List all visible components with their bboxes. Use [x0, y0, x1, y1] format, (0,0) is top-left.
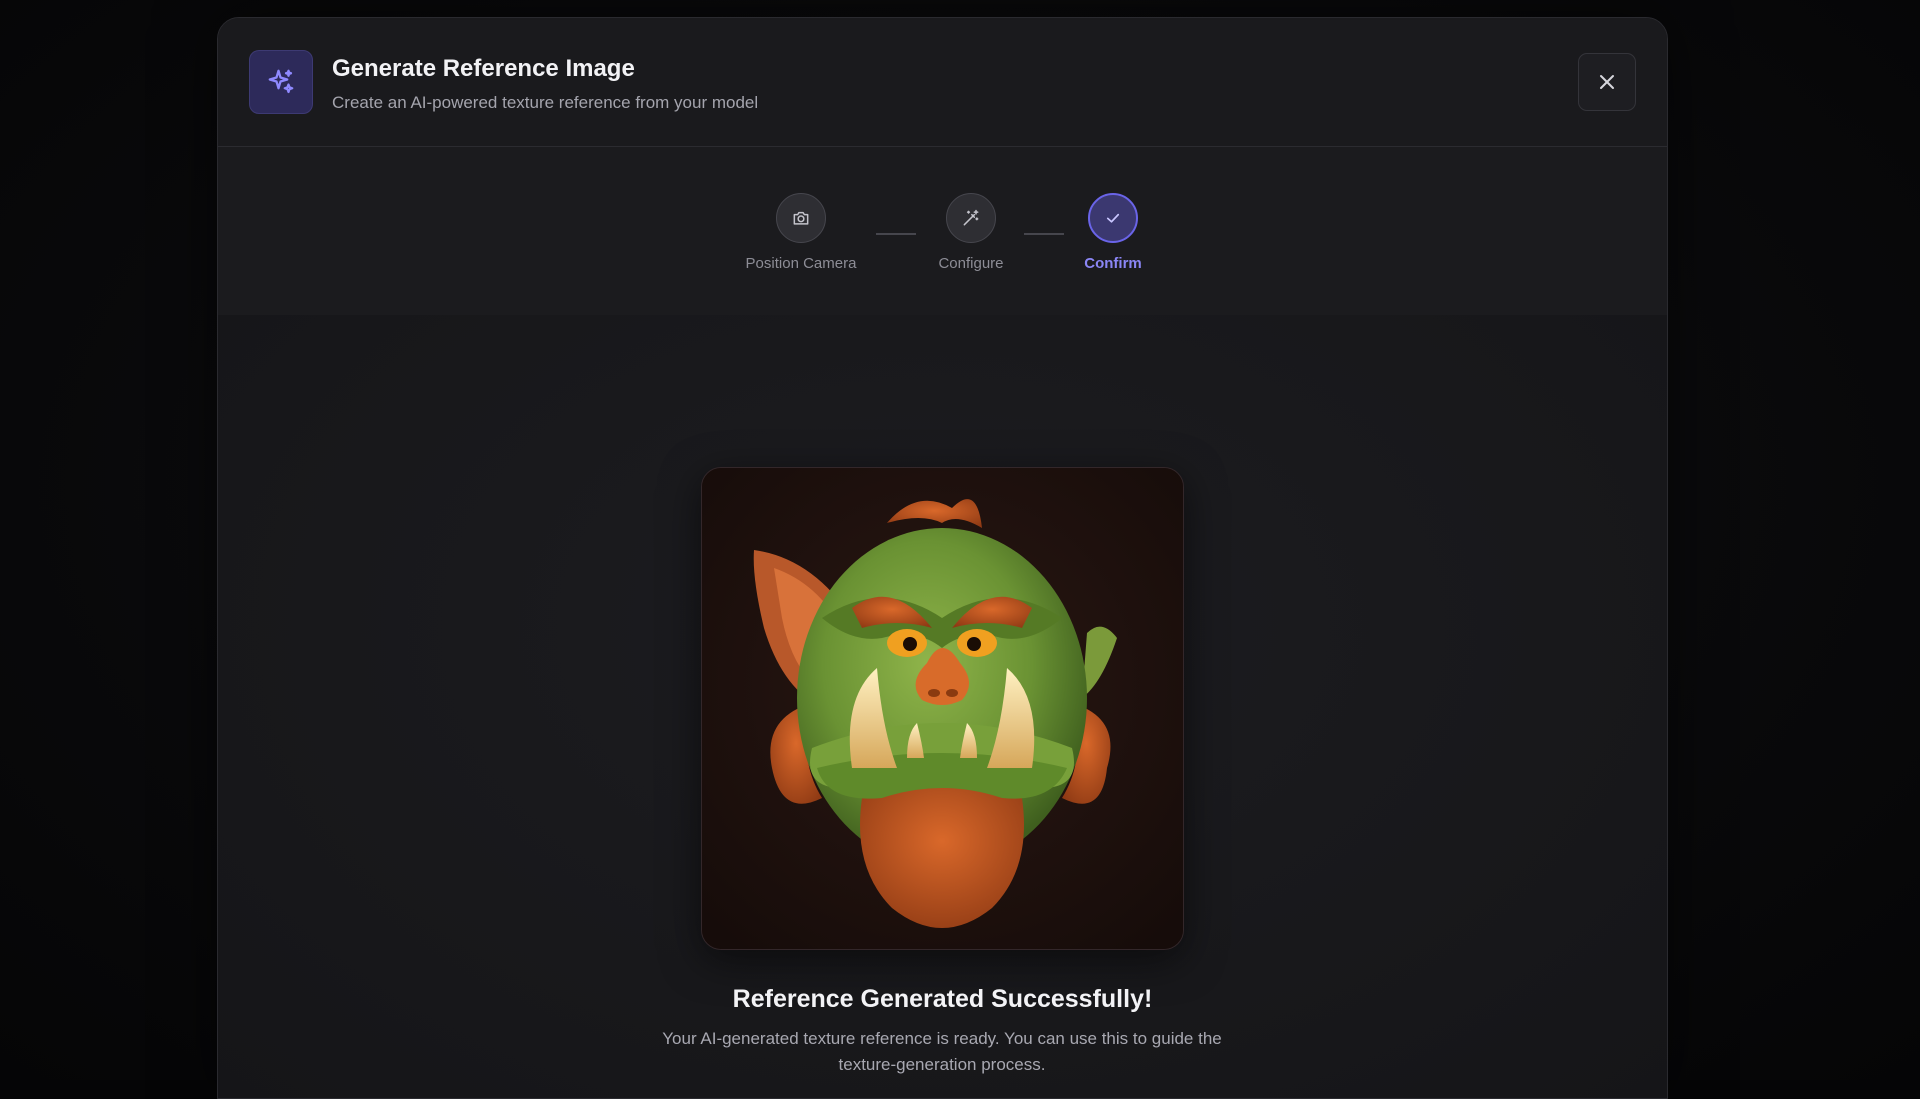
- step-position-camera[interactable]: Position Camera: [721, 193, 881, 272]
- dialog-title: Generate Reference Image: [332, 55, 635, 83]
- step-confirm[interactable]: Confirm: [1033, 193, 1193, 272]
- dialog-header: Generate Reference Image Create an AI-po…: [218, 18, 1667, 147]
- dialog-subtitle: Create an AI-powered texture reference f…: [332, 93, 758, 113]
- check-icon: [1088, 193, 1138, 243]
- step-label-confirm: Confirm: [1084, 255, 1142, 272]
- dialog-content: Reference Generated Successfully! Your A…: [218, 315, 1667, 1098]
- close-button[interactable]: [1578, 53, 1636, 111]
- step-label-configure: Configure: [938, 255, 1003, 272]
- generated-reference-image: [701, 467, 1184, 950]
- step-label-position-camera: Position Camera: [746, 255, 857, 272]
- magic-wand-icon: [946, 193, 996, 243]
- generate-reference-dialog: Generate Reference Image Create an AI-po…: [217, 17, 1668, 1099]
- success-description: Your AI-generated texture reference is r…: [658, 1026, 1226, 1078]
- stepper: Position Camera Configure: [218, 147, 1667, 315]
- orc-head-illustration: [702, 468, 1183, 949]
- success-title: Reference Generated Successfully!: [218, 985, 1667, 1014]
- camera-icon: [776, 193, 826, 243]
- sparkles-icon: [249, 50, 313, 114]
- close-icon: [1597, 72, 1617, 92]
